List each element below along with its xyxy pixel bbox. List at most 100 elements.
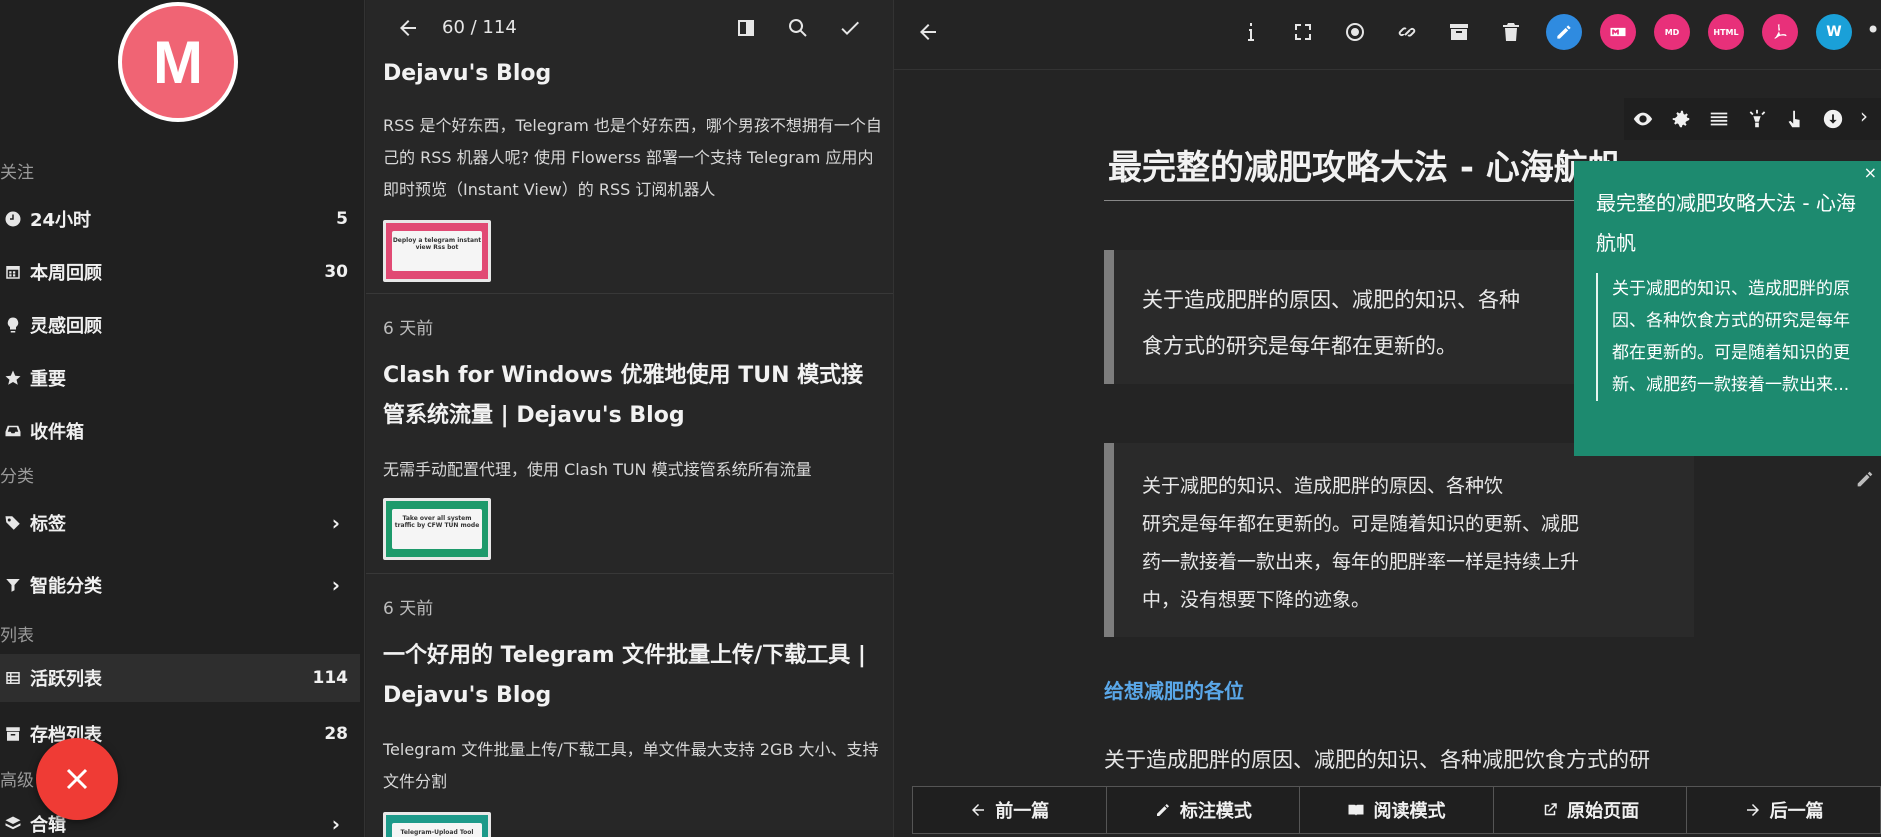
- button-label: 后一篇: [1769, 801, 1824, 822]
- tooltip-body: 关于减肥的知识、造成肥胖的原因、各种饮食方式的研究是每年都在更新的。可是随着知识…: [1596, 273, 1859, 401]
- pen-icon[interactable]: [1546, 14, 1582, 50]
- list-icon: [0, 669, 26, 687]
- avatar[interactable]: M: [118, 2, 238, 122]
- close-icon: [66, 768, 88, 790]
- edit-pencil-icon[interactable]: [1854, 468, 1876, 494]
- chevron-right-icon[interactable]: ›: [1860, 104, 1868, 128]
- tooltip-title: 最完整的减肥攻略大法 - 心海航帆: [1596, 191, 1856, 255]
- gear-icon[interactable]: [1670, 108, 1692, 134]
- pencil-icon: [1156, 804, 1169, 816]
- split-view-icon[interactable]: [734, 16, 758, 44]
- chevron-right-icon: ›: [331, 812, 340, 836]
- list-item[interactable]: 6 天前 一个好用的 Telegram 文件批量上传/下载工具 | Dejavu…: [366, 574, 893, 837]
- next-article-button[interactable]: 后一篇: [1687, 787, 1880, 833]
- quote-line: 中，没有想要下降的迹象。: [1142, 589, 1371, 611]
- item-description: Telegram 文件批量上传/下载工具，单文件最大支持 2GB 大小、支持文件…: [383, 740, 879, 791]
- sidebar-item-inbox[interactable]: 收件箱: [0, 407, 360, 455]
- prev-article-button[interactable]: 前一篇: [913, 787, 1107, 833]
- search-icon[interactable]: [786, 16, 810, 44]
- archive-box-icon[interactable]: [1447, 20, 1471, 48]
- mark-mode-button[interactable]: 标注模式: [1107, 787, 1301, 833]
- sidebar-item-important[interactable]: 重要: [0, 354, 360, 402]
- check-icon[interactable]: [838, 16, 862, 44]
- clock-icon: [0, 210, 26, 228]
- quote-line: 食方式的研究是每年都在更新的。: [1142, 334, 1457, 358]
- chevron-right-icon: ›: [331, 511, 340, 535]
- sidebar-item-label: 活跃列表: [30, 669, 102, 690]
- sidebar-item-label: 标签: [30, 514, 66, 535]
- book-icon: [1348, 804, 1364, 816]
- arrow-right-icon: [1746, 804, 1759, 816]
- back-arrow-icon[interactable]: [916, 20, 940, 48]
- avatar-letter: M: [153, 28, 203, 96]
- sidebar-item-label: 智能分类: [30, 576, 102, 597]
- external-link-icon: [1544, 803, 1557, 816]
- sidebar-item-label: 重要: [30, 369, 66, 390]
- markdown-icon[interactable]: [1600, 14, 1636, 50]
- original-page-button[interactable]: 原始页面: [1494, 787, 1688, 833]
- star-icon: [0, 369, 26, 387]
- item-description: RSS 是个好东西，Telegram 也是个好东西，哪个男孩不想拥有一个自己的 …: [383, 116, 882, 199]
- eye-icon[interactable]: [1632, 108, 1654, 134]
- list-toolbar: 60 / 114: [366, 0, 893, 58]
- item-title: Dejavu's Blog: [383, 61, 552, 86]
- link-icon[interactable]: [1395, 20, 1419, 48]
- article-title: 最完整的减肥攻略大法 - 心海航帆: [1108, 148, 1622, 188]
- article-paragraph: 关于造成肥胖的原因、减肥的知识、各种减肥饮食方式的研: [1104, 748, 1650, 772]
- fullscreen-icon[interactable]: [1291, 20, 1315, 48]
- info-icon[interactable]: [1239, 20, 1263, 48]
- back-arrow-icon[interactable]: [396, 16, 420, 44]
- count-badge: 5: [336, 209, 348, 229]
- section-follow: 关注: [0, 163, 34, 183]
- item-time: 6 天前: [383, 599, 434, 619]
- list-pager: 60 / 114: [442, 17, 517, 38]
- article-pane: MD HTML W ••• › 最完整的减肥攻略大法 - 心海航帆 关于造成肥胖…: [894, 0, 1881, 837]
- more-icon[interactable]: •••: [1866, 16, 1881, 44]
- read-mode-button[interactable]: 阅读模式: [1300, 787, 1494, 833]
- sidebar-item-24h[interactable]: 24小时 5: [0, 195, 360, 243]
- item-thumbnail: Telegram-Upload Tool: [383, 812, 491, 837]
- item-title: 一个好用的 Telegram 文件批量上传/下载工具 | Dejavu's Bl…: [383, 643, 866, 708]
- word-icon[interactable]: W: [1816, 14, 1852, 50]
- sidebar-item-label: 24小时: [30, 210, 92, 231]
- quote-line: 关于减肥的知识、造成肥胖的原因、各种饮: [1142, 475, 1504, 497]
- record-icon[interactable]: [1343, 20, 1367, 48]
- button-label: 阅读模式: [1373, 801, 1446, 822]
- thumbnail-caption: Telegram-Upload Tool: [392, 823, 482, 837]
- section-heading: 给想减肥的各位: [1104, 679, 1244, 703]
- trash-icon[interactable]: [1499, 20, 1523, 48]
- article-toolbar: MD HTML W •••: [894, 0, 1881, 70]
- item-time: 6 天前: [383, 319, 434, 339]
- md-icon[interactable]: MD: [1654, 14, 1690, 50]
- highlight-icon[interactable]: [1746, 108, 1768, 134]
- sidebar-item-label: 本周回顾: [30, 263, 102, 284]
- item-description: 无需手动配置代理，使用 Clash TUN 模式接管系统所有流量: [383, 460, 812, 479]
- count-badge: 30: [324, 262, 348, 282]
- sidebar-item-inspiration[interactable]: 灵感回顾: [0, 301, 360, 349]
- sidebar-item-label: 灵感回顾: [30, 316, 102, 337]
- html-icon[interactable]: HTML: [1708, 14, 1744, 50]
- align-icon[interactable]: [1708, 108, 1730, 134]
- section-lists: 列表: [0, 626, 34, 646]
- button-label: 前一篇: [995, 801, 1050, 822]
- count-badge: 114: [312, 668, 349, 688]
- quote-line: 关于造成肥胖的原因、减肥的知识、各种: [1142, 288, 1520, 312]
- section-category: 分类: [0, 467, 34, 487]
- pdf-icon[interactable]: [1762, 14, 1798, 50]
- button-label: 原始页面: [1567, 801, 1640, 822]
- close-fab-button[interactable]: [36, 738, 118, 820]
- arrow-left-icon: [972, 804, 985, 816]
- download-icon[interactable]: [1822, 108, 1844, 134]
- close-icon[interactable]: ×: [1864, 163, 1877, 182]
- sidebar-item-tags[interactable]: 标签 ›: [0, 499, 360, 547]
- list-item[interactable]: Dejavu's Blog RSS 是个好东西，Telegram 也是个好东西，…: [366, 40, 893, 294]
- touch-icon[interactable]: [1784, 108, 1806, 134]
- inbox-icon: [0, 422, 26, 440]
- quote-line: 药一款接着一款出来，每年的肥胖率一样是持续上升: [1142, 551, 1580, 573]
- calendar-icon: [0, 263, 26, 281]
- sidebar-item-active-list[interactable]: 活跃列表 114: [0, 654, 360, 702]
- quote-line: 研究是每年都在更新的。可是随着知识的更新、减肥: [1142, 513, 1580, 535]
- list-item[interactable]: 6 天前 Clash for Windows 优雅地使用 TUN 模式接管系统流…: [366, 294, 893, 574]
- sidebar-item-week[interactable]: 本周回顾 30: [0, 248, 360, 296]
- sidebar-item-smart[interactable]: 智能分类 ›: [0, 561, 360, 609]
